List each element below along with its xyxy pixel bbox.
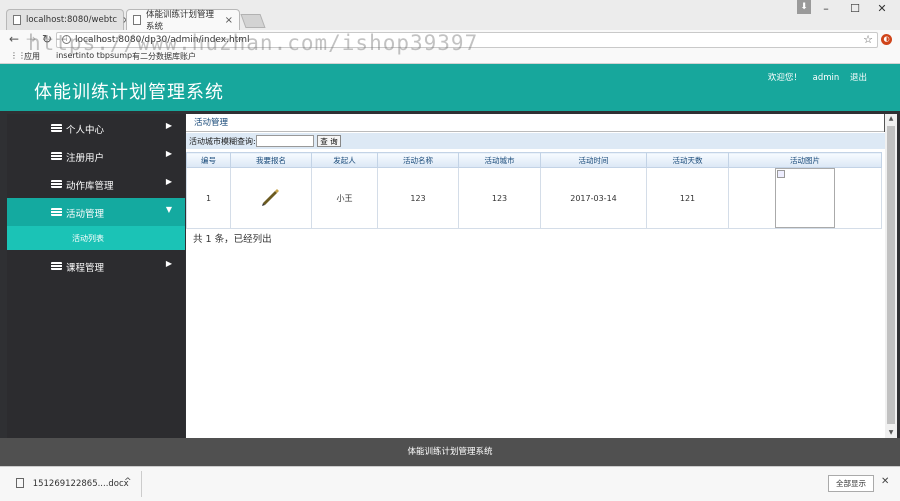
cell-initiator: 小王: [311, 167, 378, 229]
sidebar-item-personal-center[interactable]: 个人中心 ▶: [7, 114, 185, 142]
cell-id: 1: [186, 167, 231, 229]
column-header-image: 活动图片: [728, 152, 882, 168]
sidebar-item-course-management[interactable]: 课程管理 ▶: [7, 252, 185, 280]
close-icon[interactable]: ✕: [881, 476, 889, 487]
edit-pencil-icon[interactable]: [259, 185, 283, 209]
section-title-text: 活动管理: [194, 118, 229, 128]
main-content: 活动管理 活动城市模糊查询: 查 询 编号 我要报名 发起人 活动名称 活动城市…: [186, 114, 886, 438]
browser-tab-title: localhost:8080/webtc: [26, 15, 118, 25]
scrollbar-thumb[interactable]: [887, 126, 895, 424]
welcome-text: 欢迎您！: [767, 73, 802, 83]
broken-image-icon: [777, 170, 785, 178]
close-window-icon[interactable]: ✕: [869, 2, 895, 15]
browser-tab-2[interactable]: 体能训练计划管理系统 ×: [126, 9, 240, 32]
app-footer: 体能训练计划管理系统: [0, 438, 900, 466]
divider: [141, 471, 142, 497]
app-title: 体能训练计划管理系统: [34, 82, 224, 103]
new-tab-button[interactable]: [240, 14, 266, 28]
minimize-icon[interactable]: –: [813, 2, 839, 15]
column-header-signup: 我要报名: [230, 152, 312, 168]
sidebar-item-label: 动作库管理: [66, 181, 114, 192]
sidebar-item-label: 注册用户: [66, 153, 105, 164]
section-title: 活动管理: [186, 114, 886, 132]
table-row: 1 小王 123 123 2017-03-14 121: [186, 167, 882, 229]
sidebar: 个人中心 ▶ 注册用户 ▶ 动作库管理 ▶ 活动管理 ▼ 活动列表 课程管理 ▶: [7, 114, 185, 438]
maximize-icon[interactable]: ☐: [842, 2, 868, 15]
show-all-button[interactable]: 全部显示: [828, 475, 874, 492]
chevron-down-icon: ▼: [165, 205, 172, 214]
menu-icon: [51, 262, 62, 270]
close-tab-icon[interactable]: ×: [225, 15, 233, 26]
search-bar: 活动城市模糊查询: 查 询: [186, 133, 886, 149]
browser-chrome: localhost:8080/webtc × 体能训练计划管理系统 × ⬇ – …: [0, 0, 900, 64]
activity-image[interactable]: [775, 168, 835, 228]
username-link[interactable]: admin: [813, 73, 840, 83]
logout-link[interactable]: 退出: [850, 73, 867, 83]
menu-icon: [51, 124, 62, 132]
extension-icon[interactable]: ◐: [881, 34, 892, 45]
sidebar-item-label: 个人中心: [66, 125, 105, 136]
sidebar-item-activity-management[interactable]: 活动管理 ▼: [7, 198, 185, 226]
download-item[interactable]: 151269122865....docx: [16, 478, 129, 489]
user-links: 欢迎您！ admin 退出: [760, 71, 867, 83]
column-header-time: 活动时间: [540, 152, 647, 168]
column-header-city: 活动城市: [458, 152, 541, 168]
cell-image: [728, 167, 882, 229]
download-shelf: 151269122865....docx ^ 全部显示 ✕: [0, 466, 900, 501]
table-header-row: 编号 我要报名 发起人 活动名称 活动城市 活动时间 活动天数 活动图片: [186, 152, 882, 168]
menu-icon: [51, 180, 62, 188]
sidebar-item-action-library[interactable]: 动作库管理 ▶: [7, 170, 185, 198]
chevron-right-icon: ▶: [165, 259, 172, 268]
browser-tab-title: 体能训练计划管理系统: [146, 10, 215, 32]
column-header-initiator: 发起人: [311, 152, 378, 168]
record-count: 共 1 条，已经列出: [193, 234, 272, 245]
user-profile-icon[interactable]: ⬇: [797, 0, 811, 14]
menu-icon: [51, 152, 62, 160]
back-icon[interactable]: ←: [9, 32, 19, 46]
page-icon: [133, 15, 141, 25]
cell-city: 123: [458, 167, 541, 229]
app-body: 个人中心 ▶ 注册用户 ▶ 动作库管理 ▶ 活动管理 ▼ 活动列表 课程管理 ▶: [0, 111, 900, 438]
sidebar-subitem-activity-list[interactable]: 活动列表: [7, 226, 185, 250]
chevron-right-icon: ▶: [165, 121, 172, 130]
column-header-id: 编号: [186, 152, 231, 168]
chevron-up-icon[interactable]: ^: [124, 477, 132, 487]
download-filename: 151269122865....docx: [32, 479, 129, 489]
chevron-right-icon: ▶: [165, 177, 172, 186]
watermark-text: https://www.huzhan.com/ishop39397: [28, 31, 479, 55]
cell-days: 121: [646, 167, 729, 229]
footer-text: 体能训练计划管理系统: [407, 447, 493, 457]
cell-signup[interactable]: [230, 167, 312, 229]
tab-strip: localhost:8080/webtc × 体能训练计划管理系统 × ⬇ – …: [0, 0, 900, 32]
document-icon: [16, 478, 24, 488]
cell-name: 123: [377, 167, 459, 229]
chevron-right-icon: ▶: [165, 149, 172, 158]
menu-icon: [51, 208, 62, 216]
sidebar-item-label: 活动管理: [66, 209, 105, 220]
sidebar-subitem-label: 活动列表: [72, 234, 104, 243]
app-header: 体能训练计划管理系统 欢迎您！ admin 退出: [0, 64, 900, 111]
vertical-scrollbar[interactable]: ▲ ▼: [885, 114, 897, 438]
column-header-days: 活动天数: [646, 152, 729, 168]
page-icon: [13, 15, 21, 25]
scroll-up-icon[interactable]: ▲: [885, 115, 897, 122]
city-search-input[interactable]: [256, 135, 314, 147]
activity-table: 编号 我要报名 发起人 活动名称 活动城市 活动时间 活动天数 活动图片 1 小…: [186, 152, 882, 229]
cell-time: 2017-03-14: [540, 167, 647, 229]
browser-tab-1[interactable]: localhost:8080/webtc ×: [6, 9, 131, 30]
sidebar-item-label: 课程管理: [66, 263, 105, 274]
scroll-down-icon[interactable]: ▼: [885, 429, 897, 436]
column-header-name: 活动名称: [377, 152, 459, 168]
sidebar-item-registered-users[interactable]: 注册用户 ▶: [7, 142, 185, 170]
search-button[interactable]: 查 询: [317, 135, 341, 147]
bookmark-star-icon[interactable]: ☆: [863, 33, 873, 47]
search-label: 活动城市模糊查询:: [189, 137, 256, 146]
